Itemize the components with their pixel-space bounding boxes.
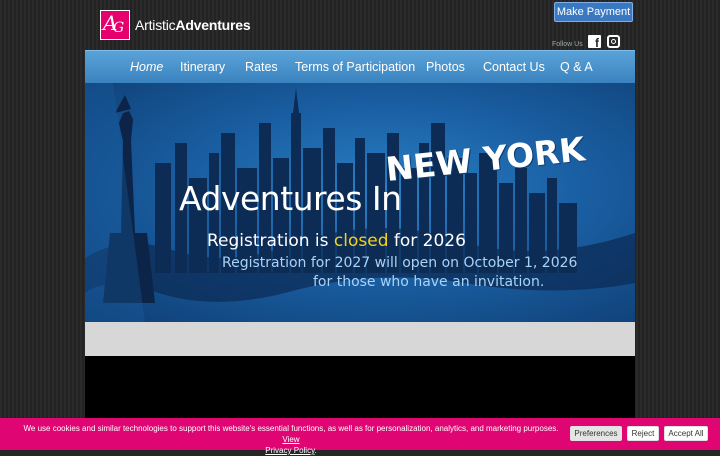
follow-us-label: Follow Us bbox=[552, 41, 583, 48]
logo-text-adventures: Adventures bbox=[175, 17, 251, 33]
registration-status: Registration is closed for 2026 bbox=[207, 231, 466, 251]
logo-mark: A G bbox=[100, 10, 130, 40]
reg-closed: closed bbox=[333, 231, 389, 251]
banner-title: Adventures In bbox=[179, 179, 402, 218]
logo-text: ArtisticAdventures bbox=[135, 17, 251, 33]
invitation-note: for those who have an invitation. bbox=[313, 274, 545, 290]
nav-item-rates[interactable]: Rates bbox=[245, 60, 278, 74]
cookie-text: We use cookies and similar technologies … bbox=[23, 424, 559, 433]
privacy-policy-link-view[interactable]: View bbox=[282, 435, 299, 444]
accept-all-button[interactable]: Accept All bbox=[664, 426, 708, 441]
preferences-button[interactable]: Preferences bbox=[570, 426, 622, 441]
content-strip bbox=[85, 322, 635, 356]
nav-item-photos[interactable]: Photos bbox=[426, 60, 465, 74]
main-nav: Home Itinerary Rates Terms of Participat… bbox=[85, 50, 635, 83]
site-logo[interactable]: A G ArtisticAdventures bbox=[100, 10, 251, 40]
facebook-icon[interactable] bbox=[588, 35, 601, 50]
instagram-icon[interactable] bbox=[607, 35, 620, 48]
reject-button[interactable]: Reject bbox=[627, 426, 659, 441]
cookie-banner: We use cookies and similar technologies … bbox=[0, 418, 720, 455]
cookie-message: We use cookies and similar technologies … bbox=[23, 424, 559, 455]
nav-item-qa[interactable]: Q & A bbox=[560, 60, 593, 74]
registration-next-year: Registration for 2027 will open on Octob… bbox=[222, 255, 578, 271]
nav-item-terms[interactable]: Terms of Participation bbox=[295, 60, 415, 74]
privacy-policy-link[interactable]: Privacy Policy bbox=[265, 446, 314, 455]
reg-post: for 2026 bbox=[393, 231, 466, 251]
nav-item-home[interactable]: Home bbox=[130, 60, 163, 74]
make-payment-button[interactable]: Make Payment bbox=[554, 2, 633, 22]
hero-banner: Adventures In NEW YORK Registration is c… bbox=[85, 83, 635, 322]
nav-item-contact[interactable]: Contact Us bbox=[483, 60, 545, 74]
nav-item-itinerary[interactable]: Itinerary bbox=[180, 60, 225, 74]
reg-pre: Registration is bbox=[207, 231, 329, 251]
content-area bbox=[85, 356, 635, 418]
logo-text-artistic: Artistic bbox=[135, 17, 176, 33]
